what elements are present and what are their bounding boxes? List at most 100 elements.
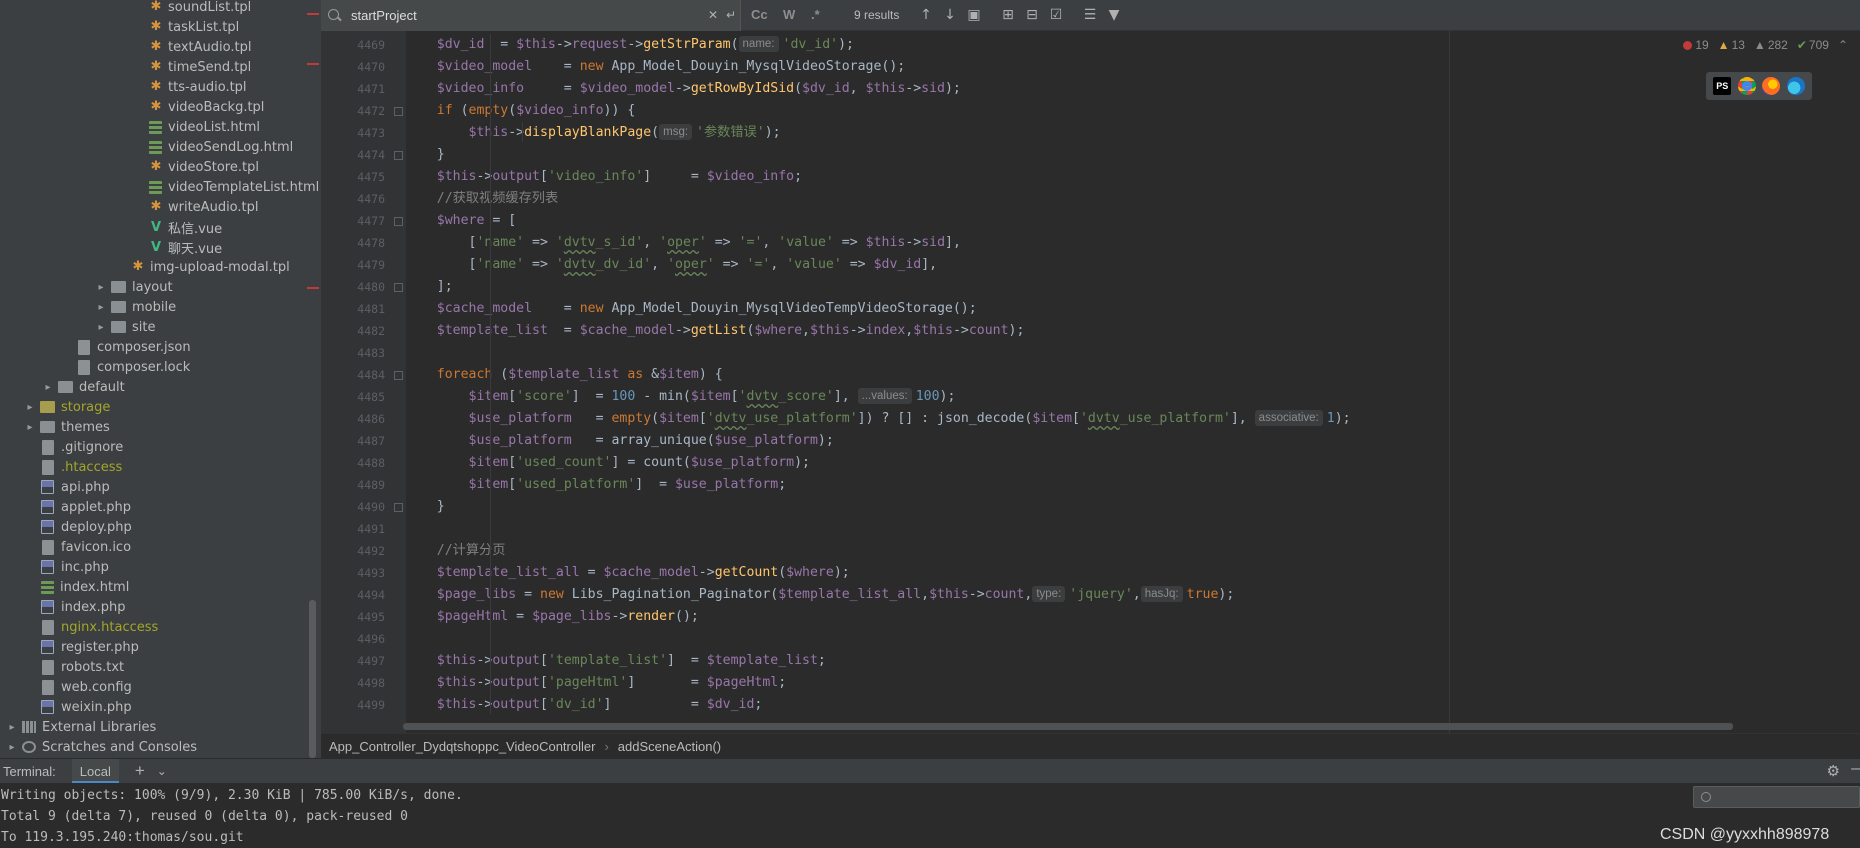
- match-case-button[interactable]: Cc: [751, 7, 768, 22]
- fold-marker-icon[interactable]: [394, 503, 403, 512]
- code-line[interactable]: $this->output['video_info'] = $video_inf…: [405, 166, 802, 188]
- code-line[interactable]: }: [405, 496, 445, 518]
- inspection-widget[interactable]: 19 ▲ 13 ▲ 282 ✔ 709 ⌃: [1660, 36, 1860, 54]
- tree-item[interactable]: applet.php: [0, 497, 310, 517]
- warning-count[interactable]: ▲ 13: [1718, 38, 1745, 52]
- chevron-right-icon[interactable]: ▸: [5, 722, 19, 733]
- editor-horizontal-scrollbar[interactable]: [403, 723, 1733, 730]
- code-line[interactable]: $use_platform = array_unique($use_platfo…: [405, 430, 834, 452]
- tree-item[interactable]: .htaccess: [0, 457, 310, 477]
- chevron-down-icon[interactable]: ⌄: [157, 764, 167, 778]
- breadcrumb-method[interactable]: addSceneAction(): [618, 739, 721, 754]
- chevron-right-icon[interactable]: ▸: [41, 382, 55, 393]
- code-line[interactable]: $this->output['dv_id'] = $dv_id;: [405, 694, 763, 716]
- fold-marker-icon[interactable]: [394, 371, 403, 380]
- weak-warning-count[interactable]: ▲ 282: [1754, 38, 1788, 52]
- filter-icon[interactable]: ▼: [1105, 6, 1123, 24]
- tree-item[interactable]: robots.txt: [0, 657, 310, 677]
- minimize-icon[interactable]: –: [1851, 760, 1860, 778]
- code-line[interactable]: $where = [: [405, 210, 516, 232]
- fold-marker-icon[interactable]: [394, 107, 403, 116]
- code-line[interactable]: $item['used_count'] = count($use_platfor…: [405, 452, 810, 474]
- tree-item[interactable]: nginx.htaccess: [0, 617, 310, 637]
- firefox-icon[interactable]: [1762, 77, 1781, 95]
- edge-icon[interactable]: [1786, 77, 1805, 95]
- new-line-icon[interactable]: ↵: [722, 6, 740, 24]
- clear-search-icon[interactable]: ✕: [704, 6, 722, 24]
- code-line[interactable]: $use_platform = empty($item['dvtv_use_pl…: [405, 408, 1351, 430]
- chevron-right-icon[interactable]: ▸: [5, 742, 19, 753]
- terminal-search-input[interactable]: [1693, 786, 1860, 808]
- tree-item[interactable]: ▸ mobile: [0, 297, 310, 317]
- tree-item[interactable]: img-upload-modal.tpl: [0, 257, 310, 277]
- tree-item[interactable]: 聊天.vue: [0, 237, 310, 257]
- code-line[interactable]: $video_info = $video_model->getRowByIdSi…: [405, 78, 961, 100]
- filter-search-results-icon[interactable]: ☰: [1081, 6, 1099, 24]
- code-line[interactable]: $page_libs = new Libs_Pagination_Paginat…: [405, 584, 1234, 606]
- code-line[interactable]: $item['used_platform'] = $use_platform;: [405, 474, 787, 496]
- terminal-output[interactable]: Writing objects: 100% (9/9), 2.30 KiB | …: [0, 783, 1860, 848]
- chevron-right-icon[interactable]: ▸: [94, 322, 108, 333]
- tree-item[interactable]: tts-audio.tpl: [0, 77, 310, 97]
- fold-marker-icon[interactable]: [394, 151, 403, 160]
- tree-item[interactable]: writeAudio.tpl: [0, 197, 310, 217]
- tree-item[interactable]: ▸ Scratches and Consoles: [0, 737, 310, 757]
- open-in-find-window-icon[interactable]: ▣: [965, 6, 983, 24]
- code-line[interactable]: $template_list = $cache_model->getList($…: [405, 320, 1025, 342]
- tree-item[interactable]: taskList.tpl: [0, 17, 310, 37]
- code-line[interactable]: ];: [405, 276, 453, 298]
- code-area[interactable]: $this->buildBreadcrumbs($breadcrumbs); $…: [406, 0, 1860, 733]
- tree-item[interactable]: ▸ themes: [0, 417, 310, 437]
- code-line[interactable]: if (empty($video_info)) {: [405, 100, 636, 122]
- code-line[interactable]: $pageHtml = $page_libs->render();: [405, 606, 699, 628]
- select-all-occurrences-icon[interactable]: ☑: [1047, 6, 1065, 24]
- tree-item[interactable]: soundList.tpl: [0, 0, 310, 17]
- code-line[interactable]: $this->output['template_list'] = $templa…: [405, 650, 826, 672]
- tree-item[interactable]: composer.lock: [0, 357, 310, 377]
- chevron-up-icon[interactable]: ⌃: [1838, 38, 1848, 52]
- previous-occurrence-icon[interactable]: ↑: [917, 6, 935, 24]
- tree-item[interactable]: ▸ External Libraries: [0, 717, 310, 737]
- tree-item[interactable]: index.html: [0, 577, 310, 597]
- chrome-icon[interactable]: [1737, 77, 1756, 95]
- breadcrumb-class[interactable]: App_Controller_Dydqtshoppc_VideoControll…: [329, 739, 595, 754]
- code-line[interactable]: foreach ($template_list as &$item) {: [405, 364, 723, 386]
- code-editor[interactable]: 4468446844694470447144724473447444754476…: [321, 0, 1860, 733]
- search-icon[interactable]: [327, 8, 343, 24]
- tree-item[interactable]: videoBackg.tpl: [0, 97, 310, 117]
- new-terminal-tab-icon[interactable]: +: [135, 761, 145, 781]
- words-button[interactable]: W: [783, 7, 795, 22]
- error-count[interactable]: 19: [1683, 38, 1709, 52]
- tree-item[interactable]: textAudio.tpl: [0, 37, 310, 57]
- code-line[interactable]: $template_list_all = $cache_model->getCo…: [405, 562, 850, 584]
- code-line[interactable]: ['name' => 'dvtv_s_id', 'oper' => '=', '…: [405, 232, 961, 254]
- tree-item[interactable]: weixin.php: [0, 697, 310, 717]
- fold-marker-icon[interactable]: [394, 217, 403, 226]
- code-line[interactable]: $dv_id = $this->request->getStrParam(nam…: [405, 34, 854, 56]
- gear-icon[interactable]: ⚙: [1827, 762, 1840, 780]
- fold-marker-icon[interactable]: [394, 283, 403, 292]
- tree-item[interactable]: timeSend.tpl: [0, 57, 310, 77]
- tree-item[interactable]: composer.json: [0, 337, 310, 357]
- add-occurrence-icon[interactable]: ⊞: [999, 6, 1017, 24]
- terminal-tab-local[interactable]: Local: [71, 758, 119, 784]
- tree-item[interactable]: ▸ site: [0, 317, 310, 337]
- tree-item[interactable]: .gitignore: [0, 437, 310, 457]
- tree-item[interactable]: videoStore.tpl: [0, 157, 310, 177]
- tree-item[interactable]: inc.php: [0, 557, 310, 577]
- code-line[interactable]: }: [405, 144, 445, 166]
- find-input[interactable]: [351, 8, 691, 23]
- code-line[interactable]: $video_model = new App_Model_Douyin_Mysq…: [405, 56, 905, 78]
- tree-item[interactable]: ▸ default: [0, 377, 310, 397]
- phpstorm-icon[interactable]: PS: [1713, 77, 1732, 95]
- code-line[interactable]: $this->output['pageHtml'] = $pageHtml;: [405, 672, 786, 694]
- code-line[interactable]: $item['score'] = 100 - min($item['dvtv_s…: [405, 386, 955, 408]
- tree-item[interactable]: videoList.html: [0, 117, 310, 137]
- chevron-right-icon[interactable]: ▸: [94, 282, 108, 293]
- code-line[interactable]: ['name' => 'dvtv_dv_id', 'oper' => '=', …: [405, 254, 938, 276]
- tree-item[interactable]: index.php: [0, 597, 310, 617]
- chevron-right-icon[interactable]: ▸: [94, 302, 108, 313]
- chevron-right-icon[interactable]: ▸: [23, 402, 37, 413]
- tree-item[interactable]: ▸ storage: [0, 397, 310, 417]
- tree-item[interactable]: 私信.vue: [0, 217, 310, 237]
